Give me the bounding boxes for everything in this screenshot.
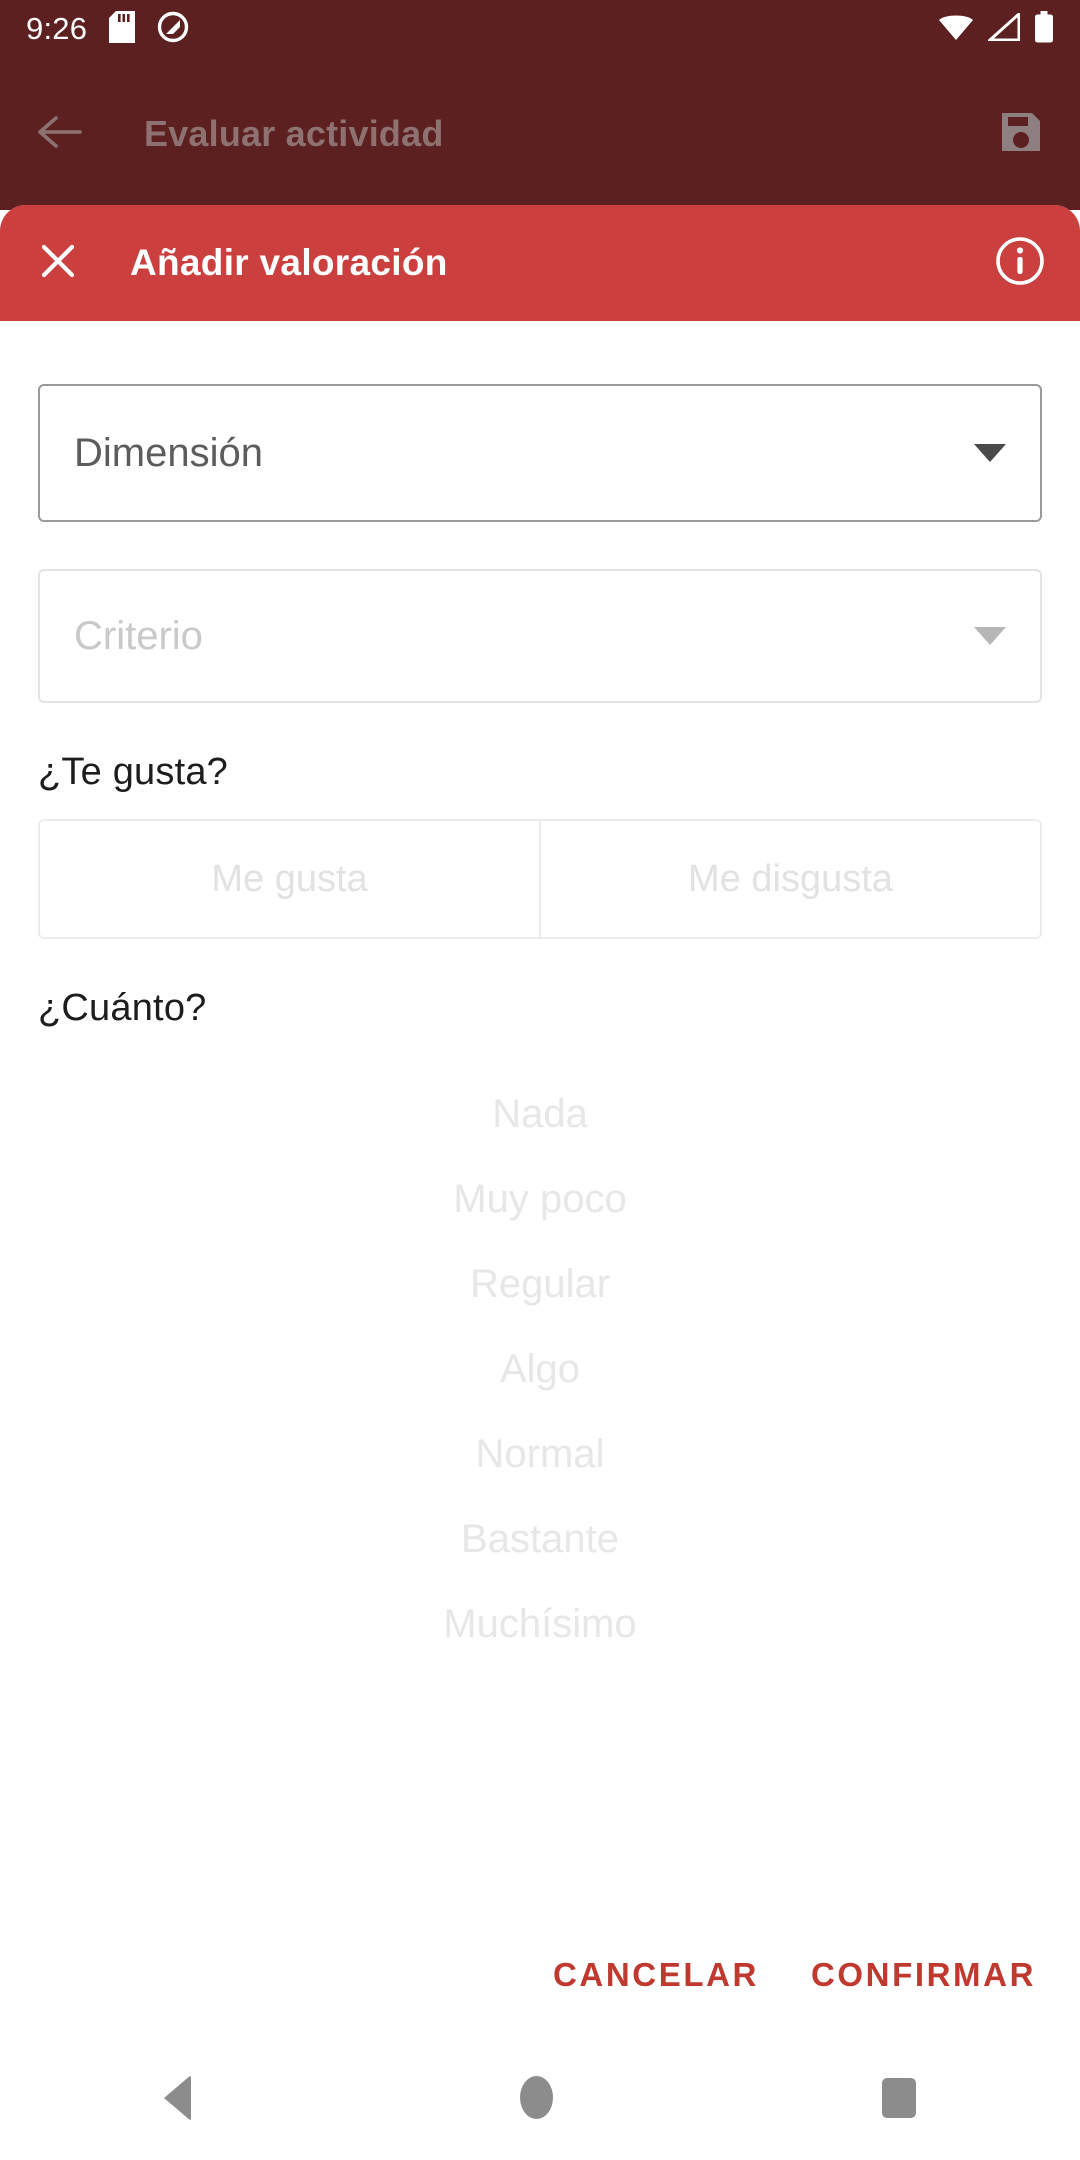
dialog-header: Añadir valoración [0,205,1080,321]
nav-back-triangle-icon[interactable] [164,2074,192,2121]
amount-option[interactable]: Normal [38,1412,1042,1497]
amount-scale-list: Nada Muy poco Regular Algo Normal Bastan… [38,1072,1042,1667]
confirm-button[interactable]: CONFIRMAR [811,1956,1036,1994]
like-question-label: ¿Te gusta? [38,751,228,793]
chevron-down-icon [974,627,1006,645]
background-activity: 9:26 Evaluar actividad [0,0,1080,210]
criterio-select[interactable]: Criterio [38,569,1042,703]
amount-option[interactable]: Nada [38,1072,1042,1157]
status-bar-left: 9:26 [26,10,189,48]
add-rating-dialog: Añadir valoración Dimensión Criterio ¿Te… [0,205,1080,2035]
wifi-icon [938,13,974,46]
dislike-option-button[interactable]: Me disgusta [539,821,1040,937]
amount-option[interactable]: Regular [38,1242,1042,1327]
dialog-body: Dimensión Criterio ¿Te gusta? Me gusta M… [0,384,1080,1667]
info-circle-icon[interactable] [994,235,1046,292]
amount-question-label: ¿Cuánto? [38,987,207,1029]
sd-card-icon [109,10,136,48]
dimension-select-label: Dimensión [74,430,263,475]
dialog-actions: CANCELAR CONFIRMAR [0,1915,1080,2035]
save-floppy-icon[interactable] [998,109,1044,160]
amount-option[interactable]: Muchísimo [38,1582,1042,1667]
amount-option[interactable]: Bastante [38,1497,1042,1582]
chevron-down-icon [974,444,1006,462]
criterio-select-label: Criterio [74,613,203,658]
amount-option[interactable]: Muy poco [38,1157,1042,1242]
like-toggle-group: Me gusta Me disgusta [38,819,1042,939]
app-bar-title: Evaluar actividad [144,113,444,154]
amount-option[interactable]: Algo [38,1327,1042,1412]
close-x-icon[interactable] [34,237,82,290]
nav-recents-square-icon[interactable] [881,2077,916,2118]
rotation-lock-icon [157,11,189,48]
status-bar-right [938,10,1054,48]
dialog-title: Añadir valoración [130,242,448,283]
app-bar: Evaluar actividad [0,58,1080,210]
like-option-button[interactable]: Me gusta [40,821,539,937]
status-bar: 9:26 [0,0,1080,58]
android-nav-bar [0,2035,1080,2160]
status-bar-clock: 9:26 [26,11,88,46]
back-arrow-icon[interactable] [36,112,82,157]
battery-icon [1034,10,1054,48]
cellular-signal-icon [986,10,1021,46]
phone-screen: 9:26 Evaluar actividad Añadir valoración… [0,0,1080,2160]
cancel-button[interactable]: CANCELAR [553,1956,759,1994]
dimension-select[interactable]: Dimensión [38,384,1042,522]
nav-home-circle-icon[interactable] [519,2076,553,2119]
